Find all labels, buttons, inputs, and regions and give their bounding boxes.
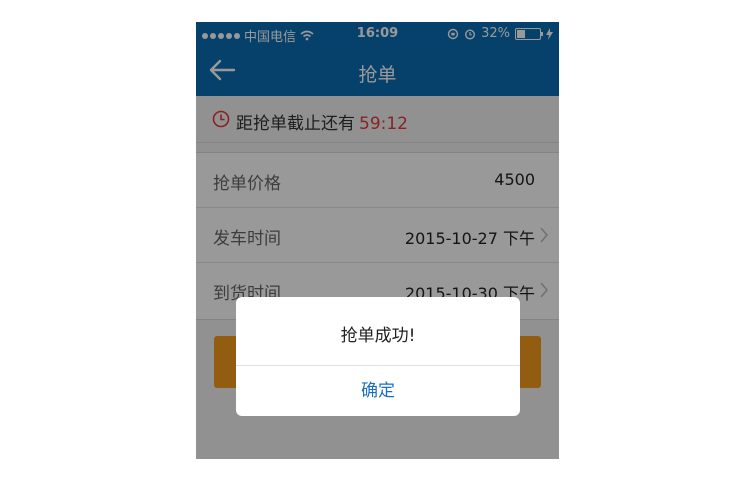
- confirm-button[interactable]: 确定: [236, 366, 520, 416]
- success-dialog: 抢单成功! 确定: [236, 297, 520, 416]
- phone-screen: 中国电信 16:09 32% 抢单 距抢单截止还有 59:12 抢单价格 450…: [196, 22, 559, 459]
- dialog-message: 抢单成功!: [340, 326, 416, 346]
